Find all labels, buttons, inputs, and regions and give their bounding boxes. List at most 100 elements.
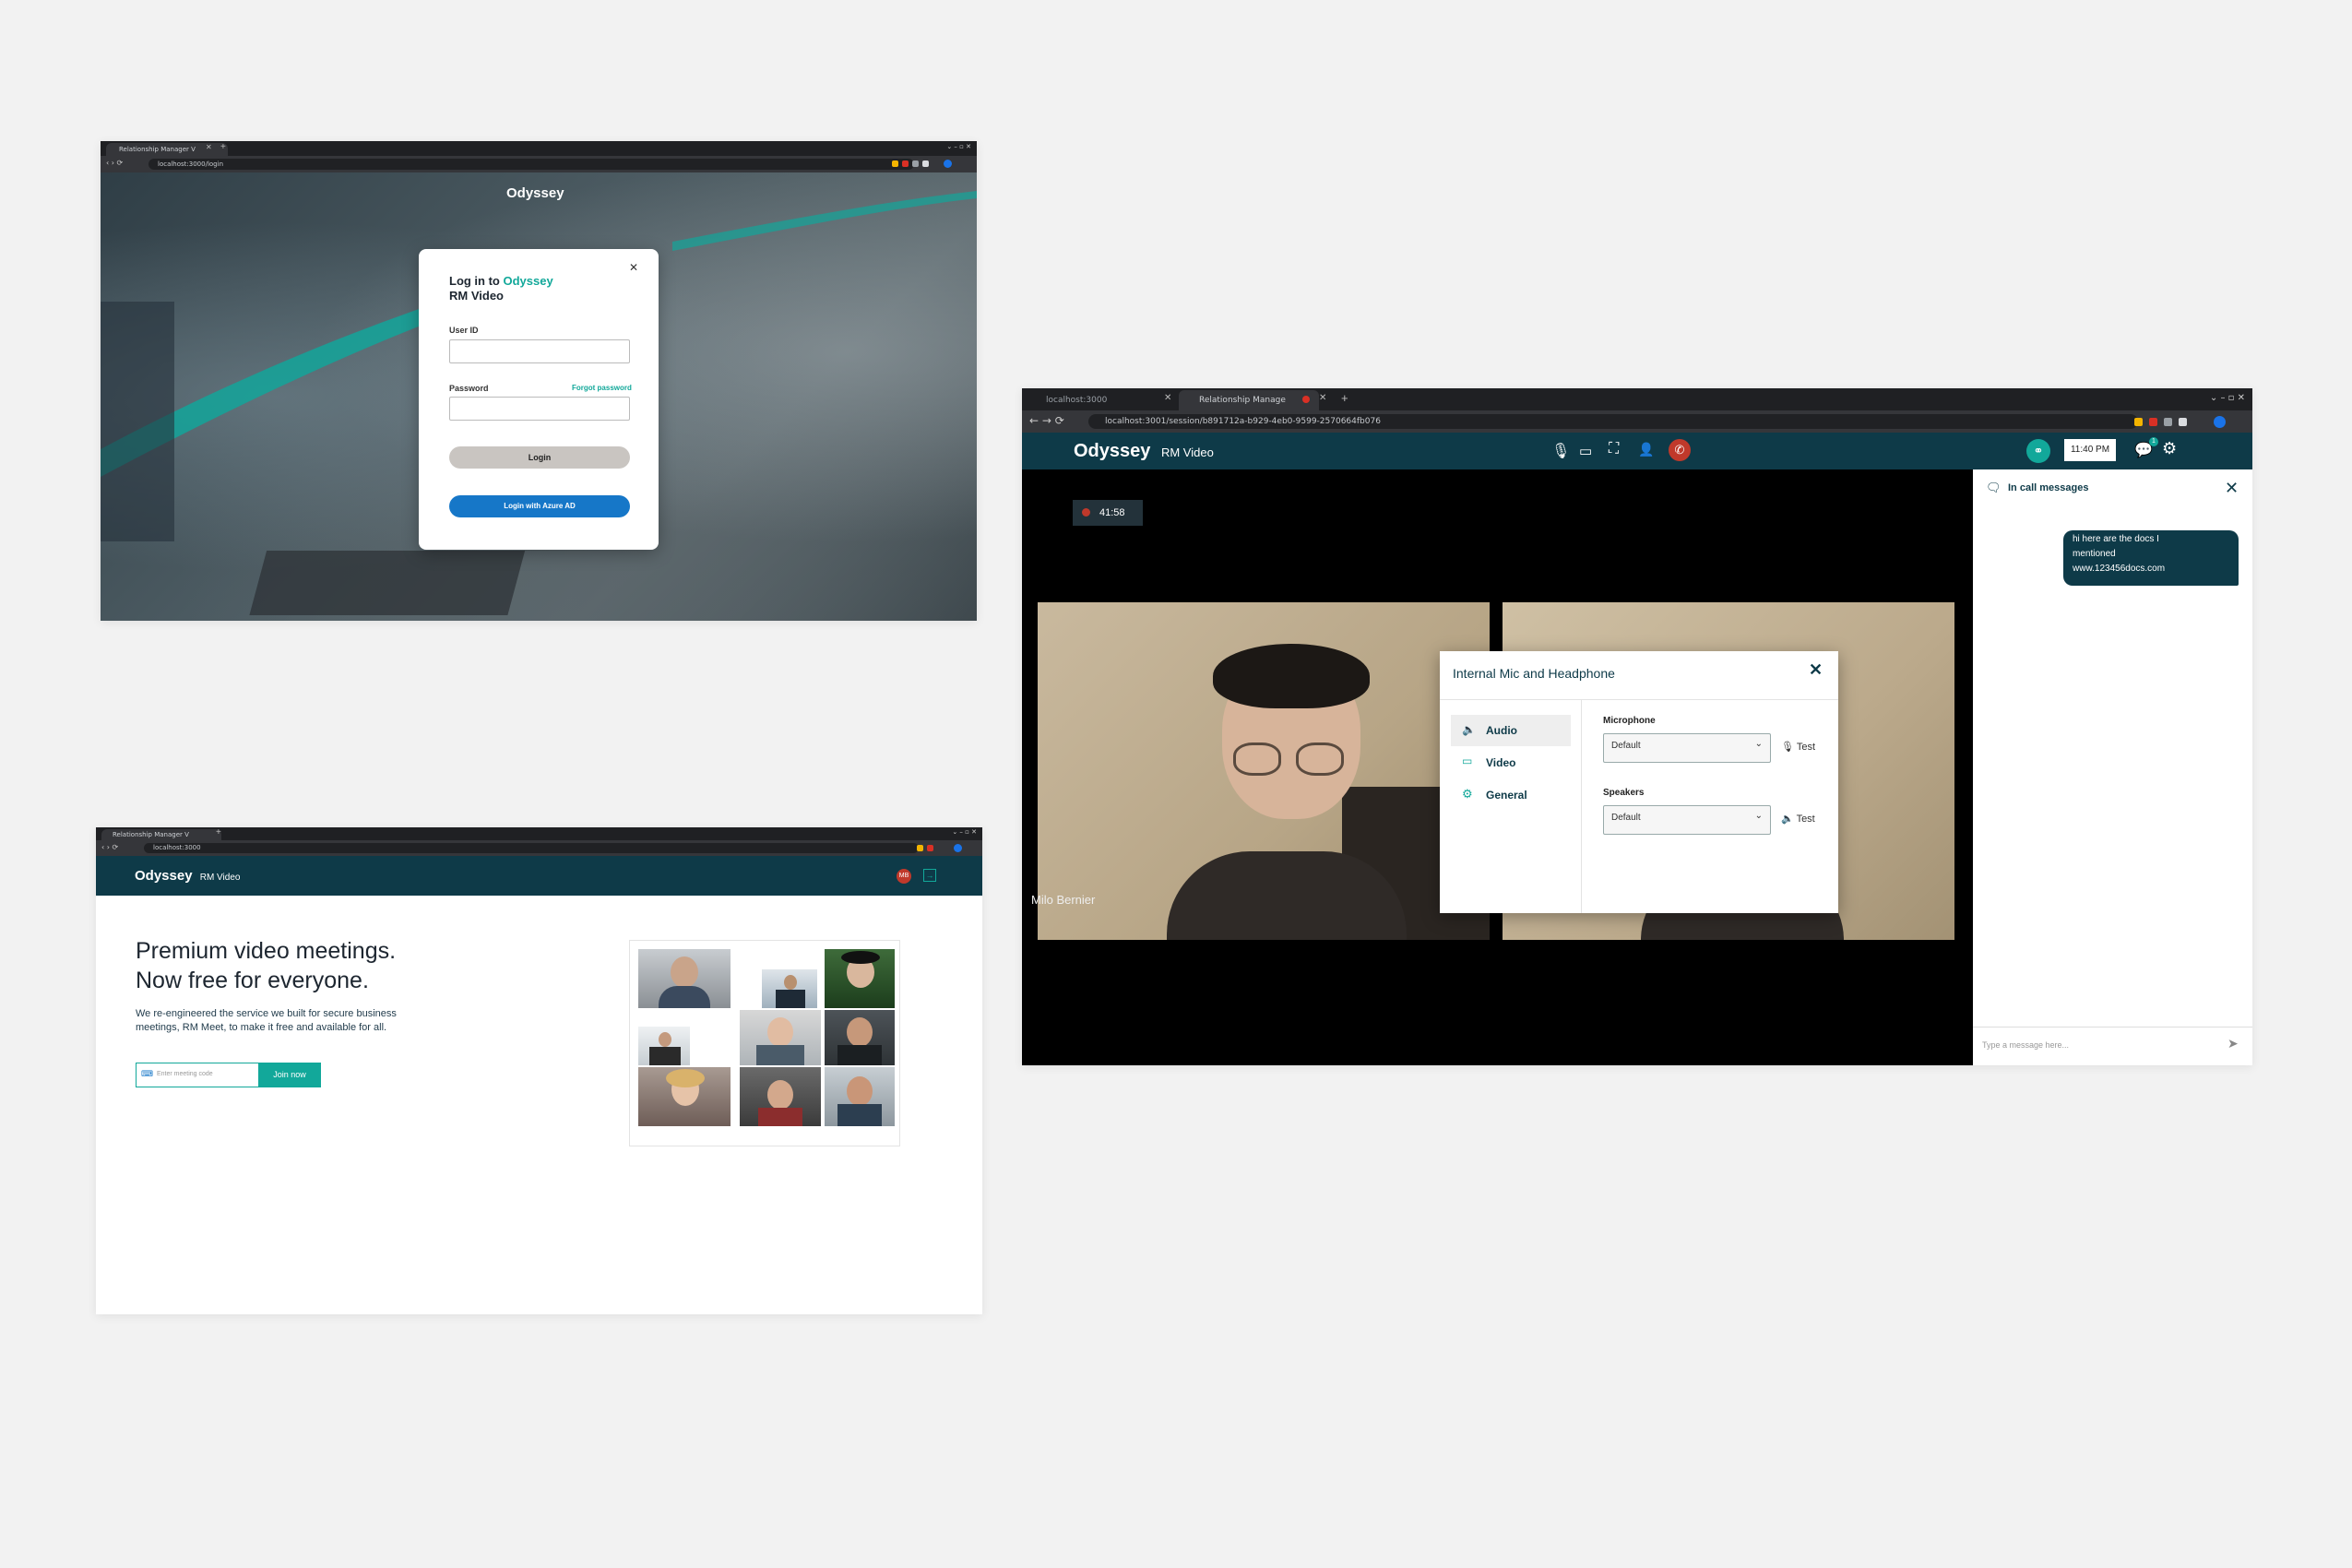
profile-avatar[interactable] [954, 844, 962, 852]
tab-close-icon[interactable]: ✕ [1164, 393, 1171, 403]
nav-buttons-icon[interactable]: ‹ › ⟳ [106, 159, 123, 167]
participant-grid-image [629, 940, 900, 1146]
extension-icon[interactable] [922, 160, 929, 167]
settings-dialog-title: Internal Mic and Headphone [1453, 666, 1615, 681]
extension-icon[interactable] [2164, 418, 2172, 426]
hero-subtitle: We re-engineered the service we built fo… [136, 1008, 397, 1033]
participant-photo [740, 1010, 821, 1065]
profile-avatar[interactable] [2214, 416, 2226, 428]
url-field[interactable]: localhost:3001/session/b891712a-b929-4eb… [1088, 414, 2138, 429]
participant-photo [740, 1067, 821, 1126]
speakers-select[interactable]: Default ⌄ [1603, 805, 1771, 835]
browser-address-bar: ‹ › ⟳ localhost:3000 [96, 840, 982, 856]
password-label: Password [449, 384, 489, 393]
home-screenshot: Relationship Manager V + ⌄ – ▫ ✕ ‹ › ⟳ l… [96, 827, 982, 1314]
microphone-icon: 🎙 [1781, 742, 1794, 753]
odyssey-logo: Odyssey [506, 185, 564, 201]
chat-panel: 🗨 In call messages ✕ hi here are the doc… [1973, 469, 2252, 1065]
browser-tab[interactable]: Relationship Manager V [101, 829, 221, 840]
microphone-test-button[interactable]: 🎙 Test [1781, 741, 1815, 753]
login-heading: Log in to Odyssey RM Video [449, 274, 553, 303]
extension-icon[interactable] [892, 160, 898, 167]
new-tab-icon[interactable]: + [1341, 391, 1348, 405]
new-tab-icon[interactable]: + [220, 142, 226, 152]
browser-tab-active[interactable]: Relationship Manage [1179, 390, 1319, 410]
chat-title: In call messages [2008, 482, 2089, 493]
settings-menu-audio[interactable]: 🔈 Audio [1451, 715, 1571, 746]
recording-timer: 41:58 [1073, 500, 1143, 526]
password-input[interactable] [449, 397, 630, 421]
browser-tab-bar: Relationship Manager V ✕ + ⌄ – ▫ ✕ [101, 141, 977, 156]
extension-icon[interactable] [917, 845, 923, 851]
chat-message-bubble: hi here are the docs I mentioned www.123… [2063, 530, 2239, 586]
window-controls[interactable]: ⌄ – ▫ ✕ [946, 143, 971, 150]
app-header: Odyssey RM Video 🎙 ▭ ⛶ 👤 ✆ ⚭ 11:40 PM 💬 … [1022, 433, 2252, 469]
chat-bubble-icon: 🗨 [1986, 481, 2002, 494]
microphone-label: Microphone [1603, 716, 1656, 726]
logout-icon[interactable]: → [923, 869, 936, 882]
tab-close-icon[interactable]: ✕ [206, 143, 212, 151]
microphone-select[interactable]: Default ⌄ [1603, 733, 1771, 763]
browser-address-bar: ‹ › ⟳ localhost:3000/login [101, 156, 977, 172]
speaker-icon: 🔈 [1462, 723, 1476, 736]
extension-icon[interactable] [927, 845, 933, 851]
camera-icon[interactable]: ▭ [1579, 443, 1592, 459]
window-controls[interactable]: ⌄ – ▫ ✕ [2210, 393, 2245, 403]
new-tab-icon[interactable]: + [216, 827, 221, 837]
chat-badge: 1 [2149, 437, 2158, 446]
speakers-label: Speakers [1603, 788, 1645, 798]
nav-buttons-icon[interactable]: ‹ › ⟳ [101, 843, 118, 851]
user-avatar[interactable]: MB [897, 869, 911, 884]
speaker-icon: 🔈 [1781, 814, 1794, 825]
user-id-label: User ID [449, 326, 479, 335]
settings-menu-video[interactable]: ▭ Video [1451, 747, 1571, 778]
participant-photo [825, 949, 895, 1008]
window-controls[interactable]: ⌄ – ▫ ✕ [952, 828, 977, 836]
participant-photo [825, 1010, 895, 1065]
brand-logo: Odyssey RM Video [1074, 441, 1214, 461]
login-dialog: ✕ Log in to Odyssey RM Video User ID Pas… [419, 249, 659, 550]
forgot-password-link[interactable]: Forgot password [572, 384, 632, 392]
extension-icon[interactable] [2179, 418, 2187, 426]
browser-tab[interactable]: localhost:3000 [1029, 390, 1184, 410]
tab-close-icon[interactable]: ✕ [1319, 393, 1326, 403]
browser-tab-bar: Relationship Manager V + ⌄ – ▫ ✕ [96, 827, 982, 840]
chevron-down-icon: ⌄ [1754, 811, 1763, 821]
participants-icon[interactable]: 👤 [1638, 442, 1654, 457]
video-camera-icon: ▭ [1462, 754, 1473, 767]
settings-menu-general[interactable]: ⚙ General [1451, 779, 1571, 811]
fullscreen-icon[interactable]: ⛶ [1609, 441, 1619, 457]
speakers-test-button[interactable]: 🔈 Test [1781, 813, 1815, 825]
profile-avatar[interactable] [944, 160, 952, 168]
meeting-code-input[interactable]: ⌨ Enter meeting code [136, 1063, 259, 1087]
url-field[interactable]: localhost:3000 [144, 843, 919, 853]
url-field[interactable]: localhost:3000/login [148, 159, 914, 170]
record-dot-icon [1082, 508, 1090, 517]
copy-link-button[interactable]: ⚭ [2026, 439, 2050, 463]
end-call-button[interactable]: ✆ [1669, 439, 1691, 461]
chat-message-input[interactable]: Type a message here... [1982, 1036, 2213, 1054]
extension-icon[interactable] [902, 160, 909, 167]
extension-icon[interactable] [2149, 418, 2157, 426]
close-icon[interactable]: ✕ [1809, 660, 1823, 680]
tab-title: Relationship Manager V [119, 146, 196, 153]
extension-icon[interactable] [912, 160, 919, 167]
send-icon[interactable]: ➤ [2227, 1036, 2239, 1051]
clock-display: 11:40 PM [2064, 439, 2116, 461]
participant-photo [638, 1067, 731, 1126]
join-now-button[interactable]: Join now [258, 1063, 321, 1087]
extension-icon[interactable] [2134, 418, 2143, 426]
brand-logo: Odyssey RM Video [135, 868, 241, 884]
settings-gear-icon[interactable]: ⚙ [2162, 439, 2177, 458]
close-chat-icon[interactable]: ✕ [2225, 479, 2239, 498]
microphone-icon[interactable]: 🎙 [1551, 442, 1570, 460]
login-button[interactable]: Login [449, 446, 630, 469]
recording-tab-icon [1302, 396, 1310, 403]
participant-photo [638, 1027, 690, 1065]
call-screenshot: localhost:3000 ✕ Relationship Manage ✕ +… [1022, 388, 2252, 1065]
nav-buttons-icon[interactable]: ← → ⟳ [1029, 414, 1064, 427]
user-id-input[interactable] [449, 339, 630, 363]
azure-login-button[interactable]: Login with Azure AD [449, 495, 630, 517]
participant-photo [825, 1067, 895, 1126]
close-icon[interactable]: ✕ [629, 261, 638, 274]
